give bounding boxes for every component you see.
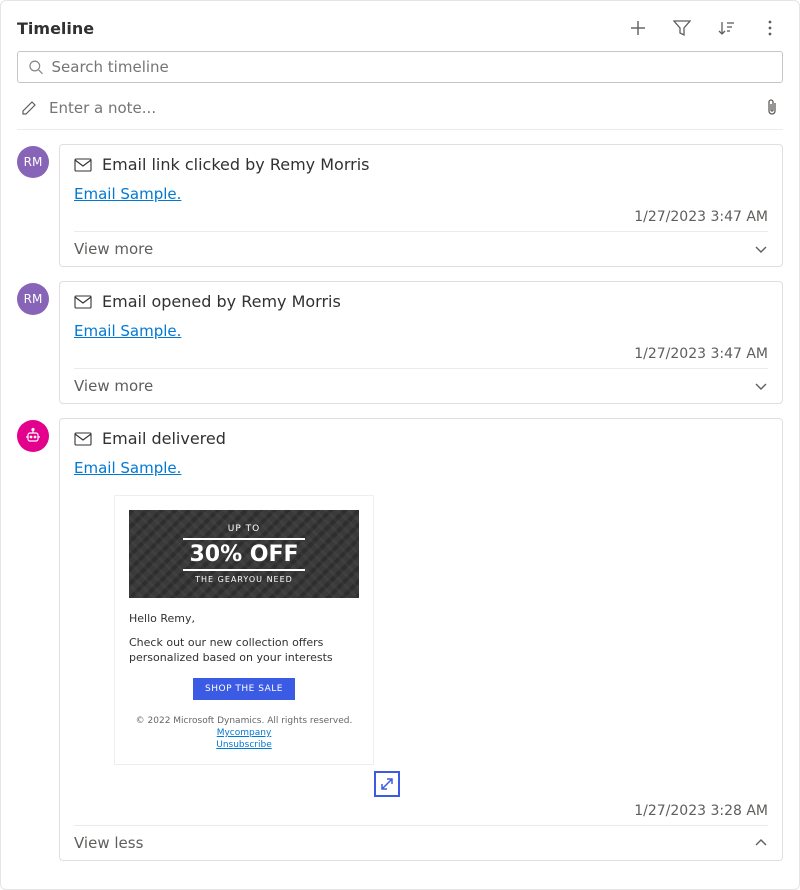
timestamp: 1/27/2023 3:47 AM: [74, 346, 768, 362]
email-body: Check out our new collection offers pers…: [129, 635, 359, 666]
timeline-card: Email opened by Remy Morris Email Sample…: [59, 281, 783, 404]
email-banner: UP TO 30% OFF THE GEARYOU NEED: [129, 510, 359, 598]
pencil-icon: [21, 100, 37, 116]
email-copyright: © 2022 Microsoft Dynamics. All rights re…: [129, 716, 359, 726]
card-title: Email link clicked by Remy Morris: [102, 155, 369, 174]
attachment-icon[interactable]: [765, 99, 779, 117]
chevron-down-icon: [754, 379, 768, 393]
timestamp: 1/27/2023 3:47 AM: [74, 209, 768, 225]
banner-top: UP TO: [137, 524, 351, 534]
email-sample-link[interactable]: Email Sample.: [74, 459, 181, 477]
chevron-up-icon: [754, 836, 768, 850]
filter-button[interactable]: [669, 15, 695, 41]
card-title: Email opened by Remy Morris: [102, 292, 341, 311]
email-icon: [74, 158, 92, 172]
more-vertical-icon: [761, 19, 779, 37]
expand-icon: [379, 776, 395, 792]
avatar: RM: [17, 146, 49, 178]
view-less-toggle[interactable]: View less: [74, 825, 768, 860]
search-box[interactable]: [17, 51, 783, 83]
timeline-card: Email link clicked by Remy Morris Email …: [59, 144, 783, 267]
timeline-entries: RM Email link clicked by Remy Morris Ema…: [17, 144, 783, 861]
bot-icon: [24, 427, 42, 445]
timeline-entry: RM Email link clicked by Remy Morris Ema…: [17, 144, 783, 267]
email-cta-button[interactable]: SHOP THE SALE: [193, 678, 295, 700]
view-more-toggle[interactable]: View more: [74, 231, 768, 266]
sort-button[interactable]: [713, 15, 739, 41]
email-icon: [74, 295, 92, 309]
email-company-link[interactable]: Mycompany: [129, 728, 359, 738]
search-input[interactable]: [52, 58, 773, 76]
footer-label: View more: [74, 240, 153, 258]
view-more-toggle[interactable]: View more: [74, 368, 768, 403]
filter-icon: [673, 19, 691, 37]
timestamp: 1/27/2023 3:28 AM: [74, 803, 768, 819]
header-actions: [625, 15, 783, 41]
email-sample-link[interactable]: Email Sample.: [74, 322, 181, 340]
page-title: Timeline: [17, 19, 94, 38]
card-title: Email delivered: [102, 429, 226, 448]
banner-mid: 30% OFF: [183, 538, 304, 571]
email-greeting: Hello Remy,: [129, 612, 359, 625]
banner-bot: THE GEARYOU NEED: [137, 575, 351, 584]
sort-icon: [717, 19, 735, 37]
email-unsubscribe-link[interactable]: Unsubscribe: [129, 740, 359, 750]
avatar: RM: [17, 283, 49, 315]
expand-preview-button[interactable]: [374, 771, 400, 797]
email-sample-link[interactable]: Email Sample.: [74, 185, 181, 203]
add-button[interactable]: [625, 15, 651, 41]
avatar: [17, 420, 49, 452]
plus-icon: [629, 19, 647, 37]
footer-label: View less: [74, 834, 143, 852]
email-preview: UP TO 30% OFF THE GEARYOU NEED Hello Rem…: [114, 495, 374, 765]
timeline-entry: Email delivered Email Sample. UP TO 30% …: [17, 418, 783, 861]
note-row: [17, 97, 783, 130]
search-icon: [28, 59, 44, 75]
timeline-card: Email delivered Email Sample. UP TO 30% …: [59, 418, 783, 861]
timeline-entry: RM Email opened by Remy Morris Email Sam…: [17, 281, 783, 404]
chevron-down-icon: [754, 242, 768, 256]
footer-label: View more: [74, 377, 153, 395]
note-input[interactable]: [49, 99, 753, 117]
email-icon: [74, 432, 92, 446]
more-button[interactable]: [757, 15, 783, 41]
